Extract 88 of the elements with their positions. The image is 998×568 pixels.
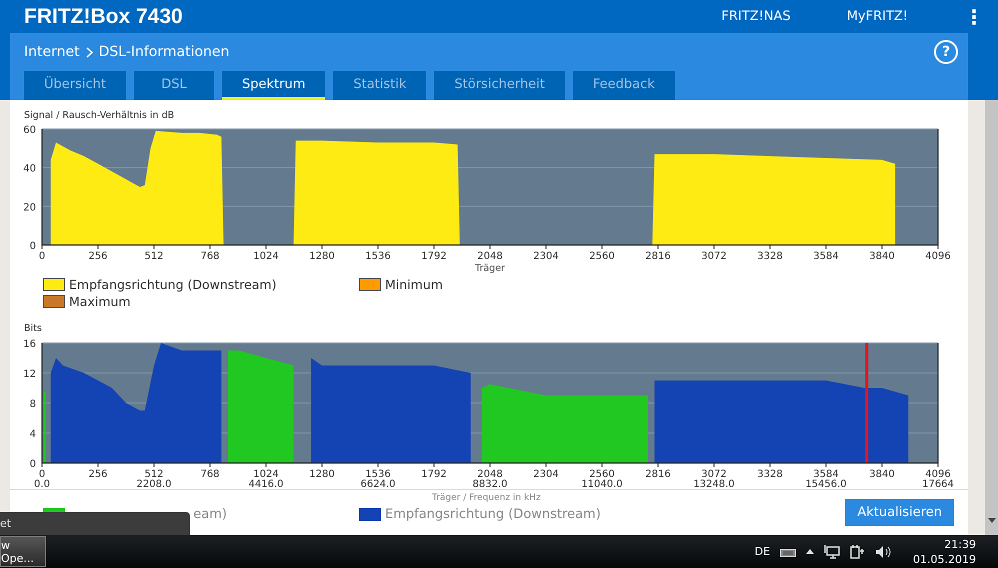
legend-label: Maximum [69,294,131,309]
x-tick-label: 1280 [309,250,335,262]
legend-label: Empfangsrichtung (Downstream) [69,276,276,292]
x-axis-label: Träger [475,262,505,274]
x-tick-label: 256 [88,469,108,480]
clock-date[interactable]: 01.05.2019 [913,552,976,566]
chevron-icon [86,46,93,58]
tab[interactable]: Spektrum [222,71,326,100]
frequency-label: 15456.0 [805,479,847,490]
x-tick-label: 3072 [701,469,727,480]
caret-up-icon[interactable] [806,549,814,554]
brand-title: FRITZ!Box 7430 [24,4,184,28]
power-icon[interactable] [850,544,866,559]
x-tick-label: 3840 [869,250,895,262]
x-tick-label: 3328 [757,469,783,480]
y-tick-label: 0 [30,459,36,470]
scroll-down-icon[interactable] [988,518,996,523]
keyboard-icon[interactable] [780,546,796,556]
x-tick-label: 2304 [533,250,559,262]
network-icon[interactable] [824,544,840,559]
x-tick-label: 1536 [365,469,391,480]
frequency-label: 6624.0 [360,479,396,490]
x-tick-label: 2048 [477,469,503,480]
x-tick-label: 2560 [589,469,615,480]
y-tick-label: 8 [30,399,36,410]
frequency-label: 4416.0 [248,479,284,490]
frequency-label: 11040.0 [581,479,623,490]
tab[interactable]: Störsicherheit [434,71,565,100]
x-tick-label: 4096 [925,250,951,262]
x-tick-label: 0 [38,250,46,262]
breadcrumb-item[interactable]: Internet [24,44,80,60]
x-tick-label: 1024 [253,250,279,262]
x-tick-label: 4096 [925,469,951,480]
y-tick-label: 12 [23,369,36,380]
frequency-label: 13248.0 [693,479,735,490]
x-tick-label: 2048 [477,250,503,262]
header-link[interactable]: FRITZ!NAS [721,9,791,24]
x-tick-label: 0 [38,469,46,480]
y-tick-label: 0 [30,240,36,252]
clock-time[interactable]: 21:39 [944,538,976,550]
x-tick-label: 1536 [365,250,391,262]
x-tick-label: 768 [200,250,220,262]
frequency-label: 8832.0 [472,479,508,490]
x-tick-label: 2816 [645,469,671,480]
frequency-label: 2208.0 [136,479,172,490]
x-tick-label: 512 [144,469,164,480]
y-tick-label: 60 [23,124,36,136]
x-tick-label: 512 [144,250,164,262]
help-icon[interactable]: ? [934,40,958,64]
x-tick-label: 1792 [421,250,447,262]
x-tick-label: 3584 [813,250,839,262]
breadcrumb-item[interactable]: DSL-Informationen [98,44,230,60]
tooltip: et [0,512,190,535]
tab[interactable]: Feedback [572,71,675,100]
x-tick-label: 3584 [813,469,839,480]
x-tick-label: 256 [88,250,108,262]
legend-label: eam) [192,507,227,522]
x-tick-label: 768 [200,469,220,480]
y-tick-label: 16 [23,339,36,350]
y-tick-label: 40 [23,163,36,174]
tab[interactable]: DSL [134,71,214,100]
legend-label: Empfangsrichtung (Downstream) [385,507,601,522]
y-tick-label: 20 [23,202,36,214]
scrollbar[interactable] [985,100,998,535]
x-tick-label: 3072 [701,250,727,262]
x-tick-label: 3840 [869,469,895,480]
x-tick-label: 2816 [645,250,671,262]
legend-label: Minimum [385,276,443,292]
tab[interactable]: Statistik [333,71,426,100]
frequency-label: 17664 [922,479,954,490]
taskbar-window-button[interactable]: w Ope... [0,536,46,567]
header-link[interactable]: MyFRITZ! [846,9,908,24]
x-tick-label: 2304 [533,469,559,480]
frequency-label: 0.0 [34,479,50,490]
x-tick-label: 1024 [253,469,279,480]
chart-title: Signal / Rausch-Verhältnis in dB [23,110,176,123]
x-tick-label: 1280 [309,469,335,480]
menu-icon[interactable]: ⋮ [964,4,984,28]
x-axis-label: Träger / Frequenz in kHz [432,493,541,504]
x-tick-label: 2560 [589,250,615,262]
chart-title: Bits [23,323,43,336]
tab[interactable]: Übersicht [24,71,126,100]
y-tick-label: 4 [30,429,36,440]
language-indicator[interactable]: DE [754,545,770,558]
volume-icon[interactable] [875,544,892,558]
refresh-button[interactable]: Aktualisieren [845,499,954,526]
x-tick-label: 1792 [421,469,447,480]
x-tick-label: 3328 [757,250,783,262]
